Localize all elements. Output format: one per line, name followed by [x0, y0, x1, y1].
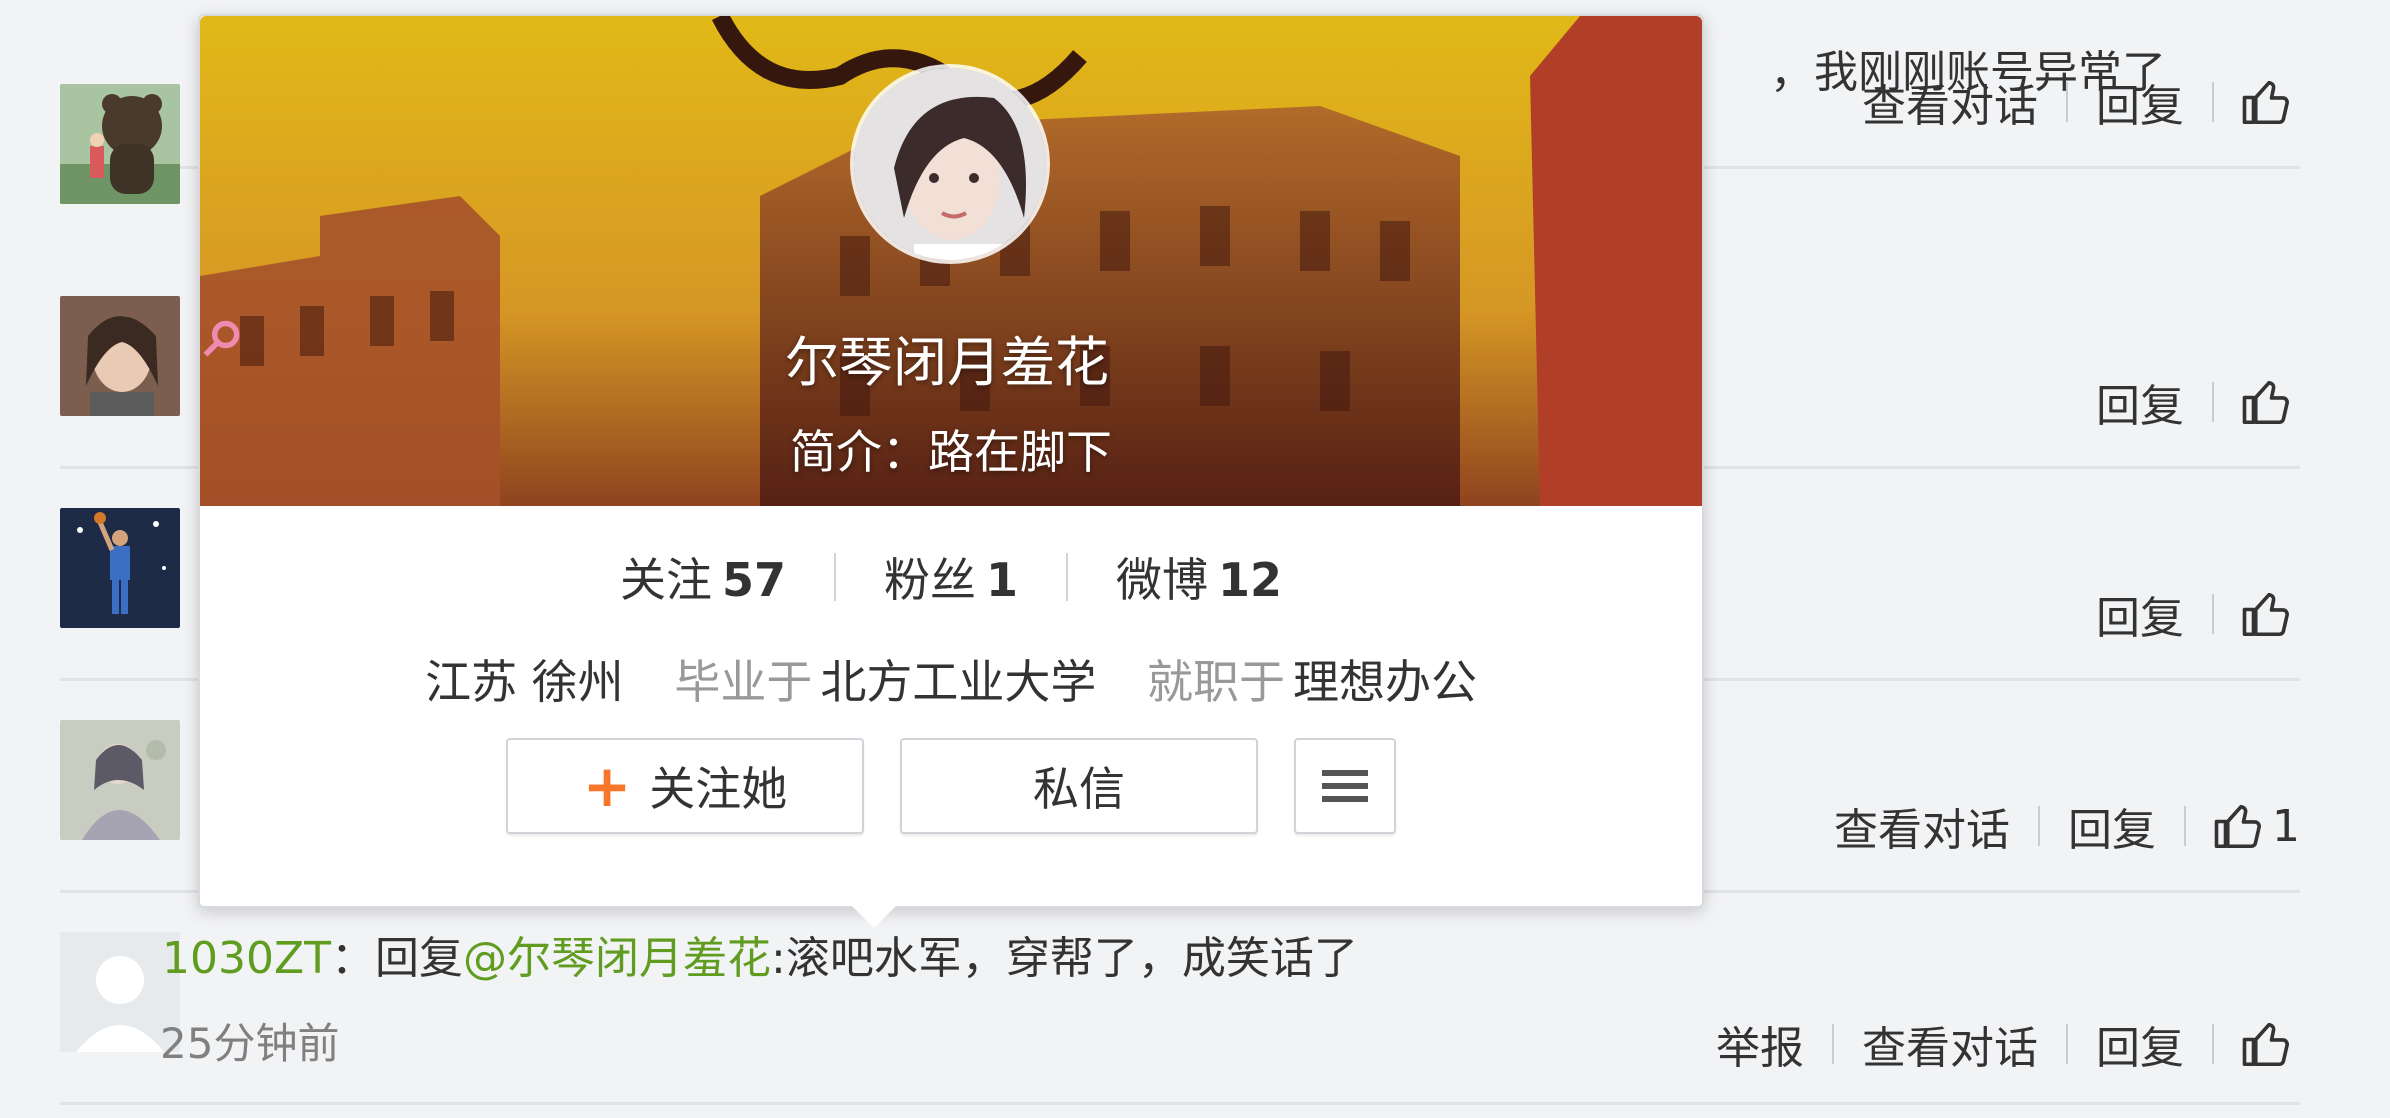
stat-label: 粉丝 — [883, 553, 976, 607]
profile-stats: 关注 57 粉丝 1 微博 12 — [200, 544, 1702, 610]
comment-text: 1030ZT：回复@尔琴闭月羞花:滚吧水军，穿帮了，成笑话了 — [162, 922, 1358, 986]
report-link[interactable]: 举报 — [1688, 1012, 1832, 1076]
profile-actions: + 关注她 私信 — [200, 738, 1702, 834]
user-profile-popup: 尔琴闭月羞花 简介：路在脚下 关注 57 粉丝 1 微博 12 江苏 徐州 毕业于 北方… — [198, 14, 1704, 928]
job-value[interactable]: 理想办公 — [1293, 655, 1477, 709]
reply-prefix-text: 回复 — [375, 933, 463, 984]
thumbs-up-icon — [2242, 1022, 2289, 1067]
thumbs-up-icon — [2214, 804, 2261, 849]
mention-link[interactable]: @尔琴闭月羞花 — [463, 933, 771, 984]
like-button[interactable]: 1 — [2186, 799, 2300, 853]
follow-button[interactable]: + 关注她 — [506, 738, 864, 834]
comment-page: ，我刚刚账号异常了 查看对话 回复 回复 回复 查看对话 回复 1 1030ZT… — [0, 0, 2390, 1118]
more-options-button[interactable] — [1294, 738, 1396, 834]
plus-icon: + — [582, 752, 632, 820]
stat-value: 1 — [985, 553, 1018, 607]
comment-actions: 举报 查看对话 回复 — [1688, 1012, 2300, 1076]
like-count: 1 — [2272, 800, 2300, 852]
like-button[interactable] — [2214, 1017, 2300, 1071]
comment-actions: 查看对话 回复 1 — [1806, 794, 2300, 858]
following-count-link[interactable]: 关注 57 — [572, 544, 834, 610]
thumbs-up-icon — [2242, 80, 2289, 125]
stat-value: 12 — [1218, 553, 1283, 607]
profile-cover-image: 尔琴闭月羞花 简介：路在脚下 — [200, 16, 1702, 506]
reply-link[interactable]: 回复 — [2068, 370, 2212, 434]
comment-actions: 回复 — [2068, 582, 2300, 646]
posts-count-link[interactable]: 微博 12 — [1068, 544, 1330, 610]
comment-actions: 查看对话 回复 — [1834, 70, 2300, 134]
view-conversation-link[interactable]: 查看对话 — [1834, 1012, 2066, 1076]
profile-name: 尔琴闭月羞花 — [200, 318, 1702, 397]
message-button[interactable]: 私信 — [900, 738, 1258, 834]
follow-button-label: 关注她 — [649, 762, 788, 816]
thumbs-up-icon — [2242, 380, 2289, 425]
profile-avatar[interactable] — [850, 64, 1050, 264]
menu-icon — [1322, 770, 1368, 802]
profile-name-text[interactable]: 尔琴闭月羞花 — [785, 331, 1109, 394]
comment-time: 25分钟前 — [160, 1019, 340, 1068]
popup-pointer — [850, 904, 898, 928]
like-button[interactable] — [2214, 375, 2300, 429]
education-label: 毕业于 — [674, 655, 813, 709]
colon-text: ： — [331, 933, 375, 984]
comment-actions: 回复 — [2068, 370, 2300, 434]
job-label: 就职于 — [1146, 655, 1285, 709]
like-button[interactable] — [2214, 75, 2300, 129]
commenter-avatar[interactable] — [60, 84, 180, 204]
commenter-avatar[interactable] — [60, 296, 180, 416]
comment-body: :滚吧水军，穿帮了，成笑话了 — [771, 933, 1358, 984]
view-conversation-link[interactable]: 查看对话 — [1834, 70, 2066, 134]
reply-link[interactable]: 回复 — [2068, 1012, 2212, 1076]
profile-info: 江苏 徐州 毕业于 北方工业大学 就职于 理想办公 — [200, 646, 1702, 712]
commenter-name-link[interactable]: 1030ZT — [162, 933, 331, 984]
stat-value: 57 — [721, 553, 786, 607]
thumbs-up-icon — [2242, 592, 2289, 637]
reply-link[interactable]: 回复 — [2068, 70, 2212, 134]
profile-intro: 简介：路在脚下 — [790, 425, 1112, 479]
location-text: 江苏 徐州 — [425, 655, 624, 709]
reply-link[interactable]: 回复 — [2068, 582, 2212, 646]
message-button-label: 私信 — [1033, 762, 1125, 816]
stat-label: 关注 — [619, 553, 712, 607]
commenter-avatar[interactable] — [60, 720, 180, 840]
stat-label: 微博 — [1116, 553, 1208, 607]
followers-count-link[interactable]: 粉丝 1 — [836, 544, 1066, 610]
view-conversation-link[interactable]: 查看对话 — [1806, 794, 2038, 858]
reply-link[interactable]: 回复 — [2040, 794, 2184, 858]
commenter-avatar[interactable] — [60, 508, 180, 628]
education-value[interactable]: 北方工业大学 — [820, 655, 1096, 709]
like-button[interactable] — [2214, 587, 2300, 641]
